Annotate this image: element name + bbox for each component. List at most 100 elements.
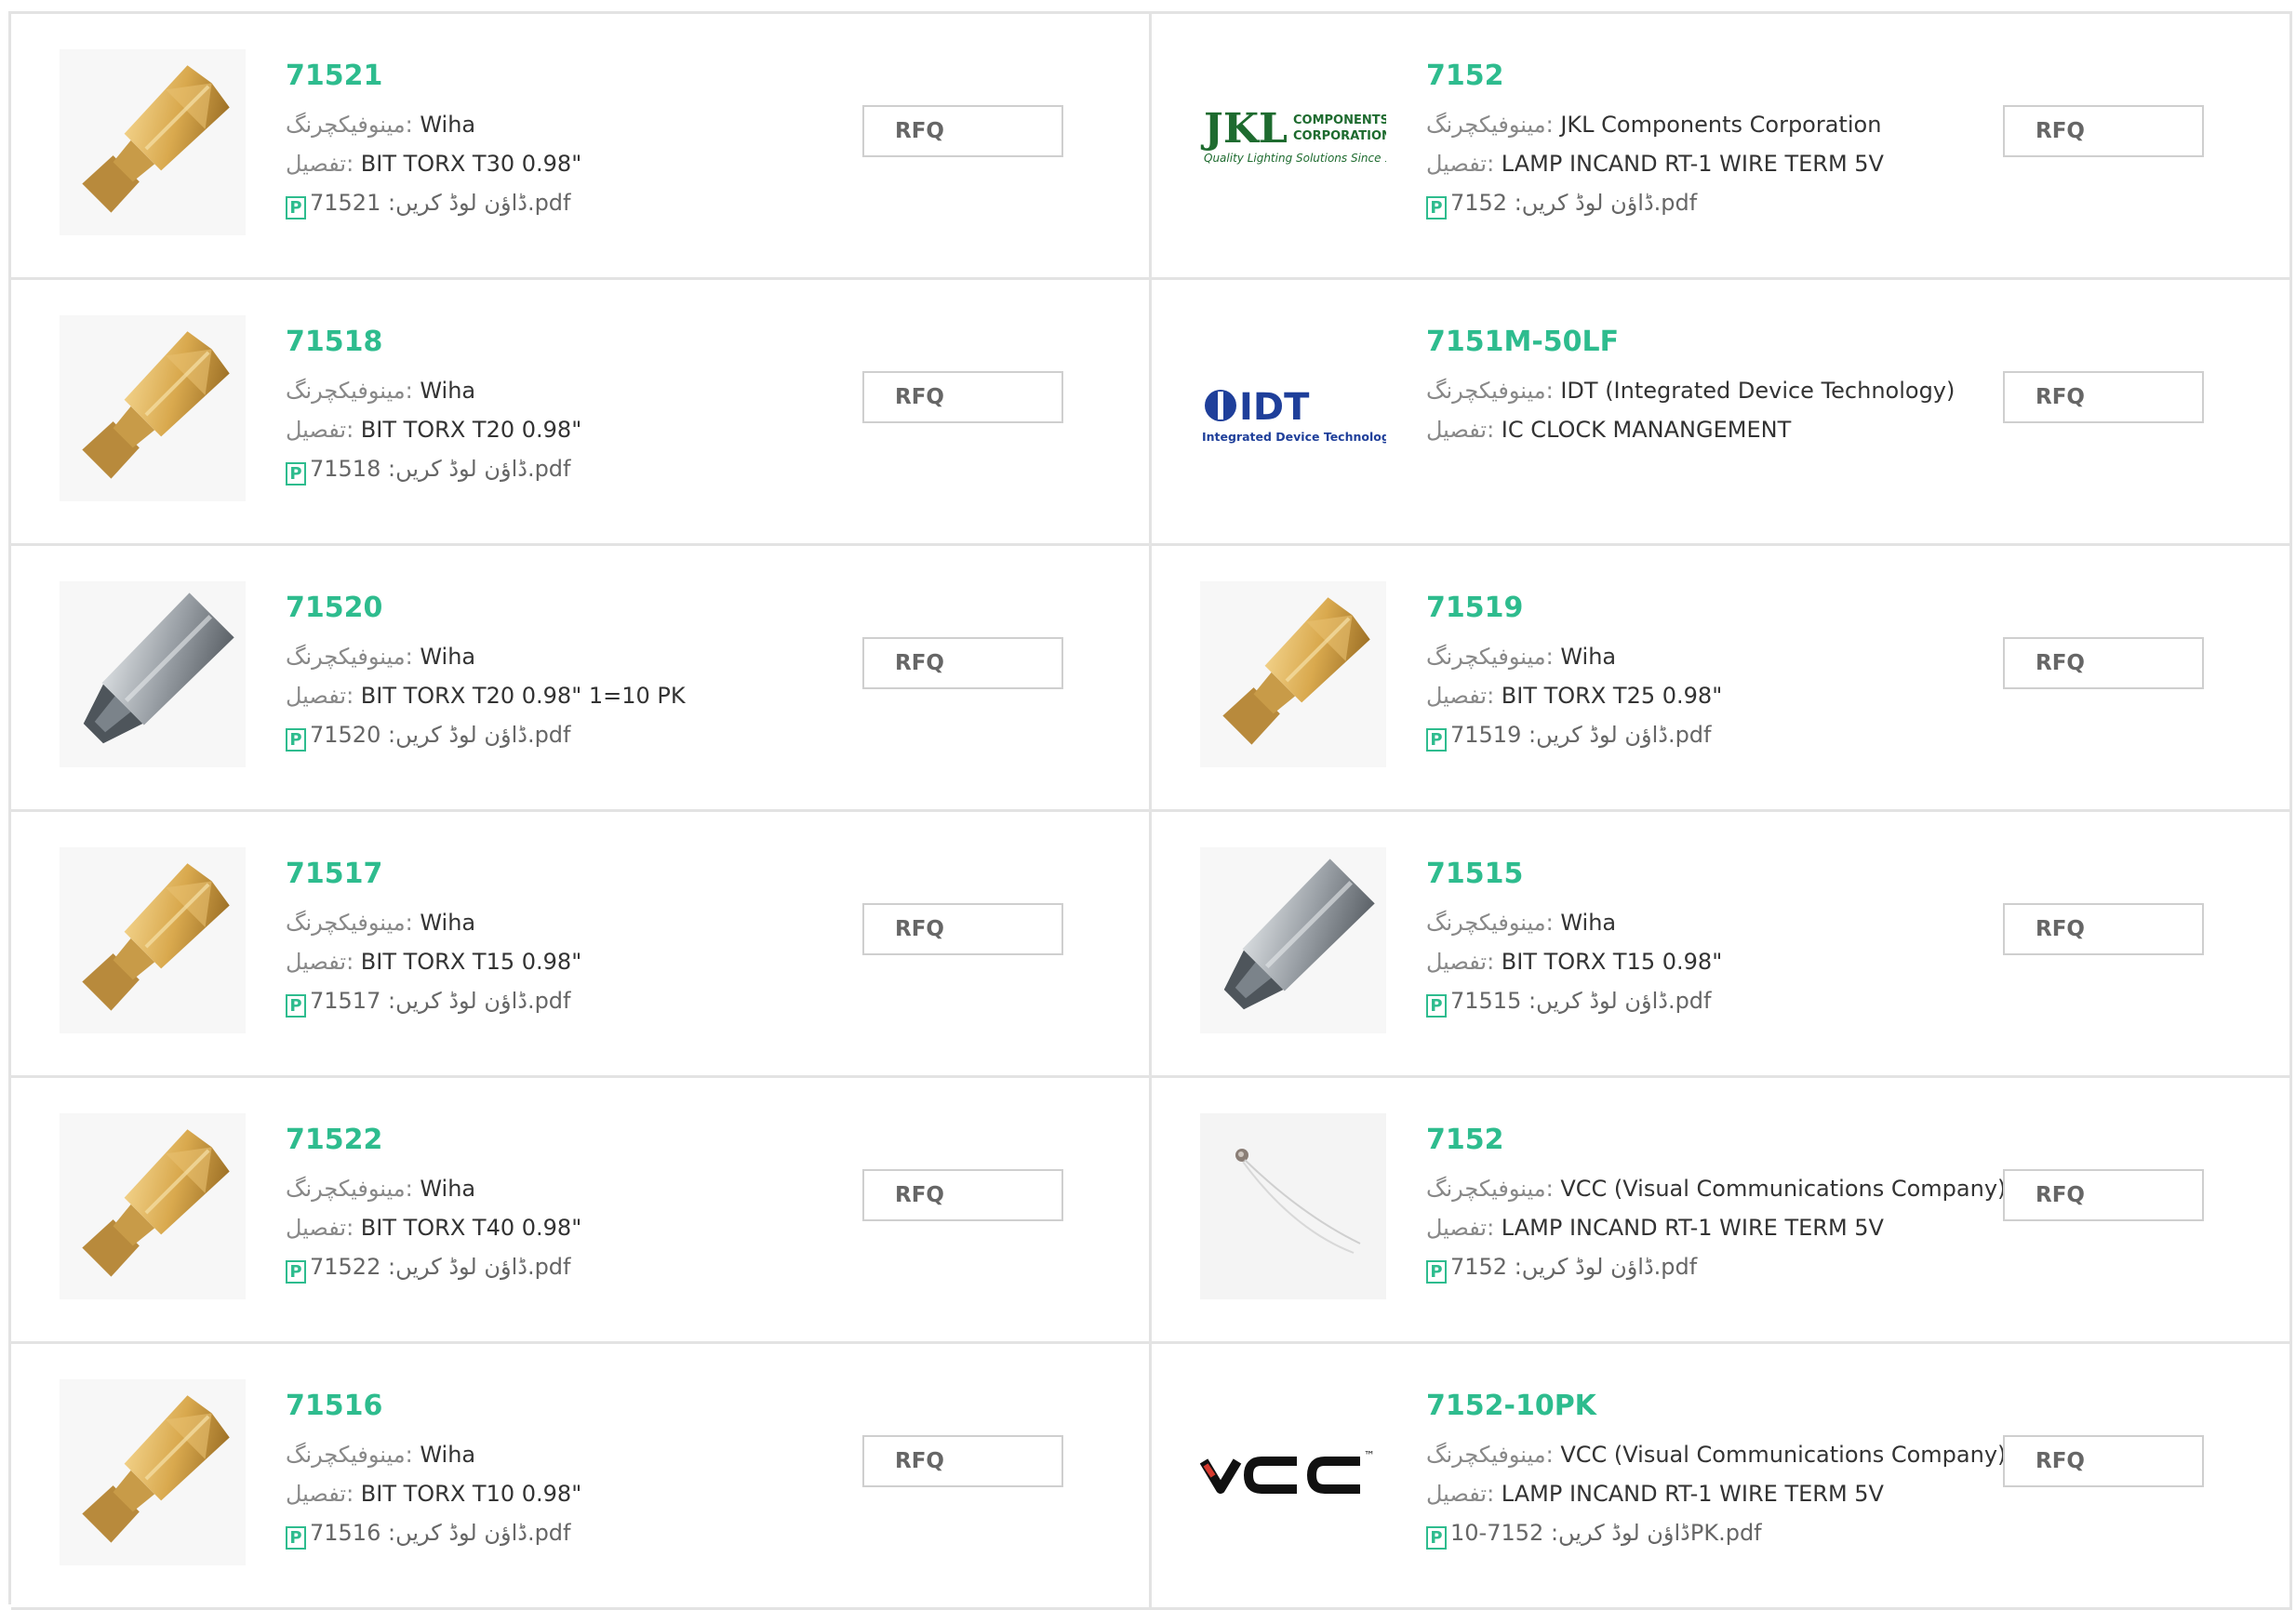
gold-torx-bit-icon (82, 1129, 230, 1277)
idt-logo-main: IDT (1239, 386, 1310, 429)
description-label: تفصیل: (1426, 949, 1495, 975)
rfq-button[interactable]: RFQ (2003, 1435, 2204, 1487)
pdf-icon[interactable]: P (1426, 994, 1447, 1018)
rfq-button[interactable]: RFQ (2003, 371, 2204, 423)
product-image[interactable]: ™ (1200, 1379, 1386, 1565)
download-label[interactable]: ڈاؤن لوڈ کریں: (388, 722, 527, 748)
pdf-icon[interactable]: P (286, 196, 306, 220)
download-line[interactable]: P ڈاؤن لوڈ کریں: 71516.pdf (286, 1513, 862, 1552)
manufacturer-value: Wiha (420, 1176, 476, 1202)
description-label: تفصیل: (286, 1481, 354, 1507)
rfq-button[interactable]: RFQ (2003, 903, 2204, 955)
product-info: 71520 مینوفیکچرنگ: Wiha تفصیل: BIT TORX … (286, 592, 862, 754)
description-line: تفصیل: BIT TORX T20 0.98" 1=10 PK (286, 676, 862, 715)
product-info: 71522 مینوفیکچرنگ: Wiha تفصیل: BIT TORX … (286, 1124, 862, 1286)
pdf-icon[interactable]: P (1426, 196, 1447, 220)
rfq-button[interactable]: RFQ (2003, 637, 2204, 689)
product-image[interactable] (1200, 1113, 1386, 1299)
download-label[interactable]: ڈاؤن لوڈ کریں: (388, 988, 527, 1014)
pdf-icon[interactable]: P (1426, 1526, 1447, 1550)
rfq-button[interactable]: RFQ (862, 1169, 1063, 1221)
part-number-link[interactable]: 71522 (286, 1124, 862, 1156)
download-line[interactable]: P ڈاؤن لوڈ کریں: 71521.pdf (286, 183, 862, 222)
part-number-link[interactable]: 71520 (286, 592, 862, 624)
product-card: 71517 مینوفیکچرنگ: Wiha تفصیل: BIT TORX … (11, 812, 1152, 1078)
manufacturer-label: مینوفیکچرنگ: (1426, 910, 1554, 936)
product-image[interactable]: IDT Integrated Device Technology (1200, 315, 1386, 501)
gold-torx-bit-icon (82, 65, 230, 213)
part-number-link[interactable]: 71521 (286, 60, 862, 92)
download-line[interactable]: P ڈاؤن لوڈ کریں: 71518.pdf (286, 449, 862, 488)
silver-torx-bit-icon (83, 592, 234, 744)
download-label[interactable]: ڈاؤن لوڈ کریں: (388, 1254, 527, 1280)
rfq-button[interactable]: RFQ (2003, 1169, 2204, 1221)
download-line[interactable]: P ڈاؤن لوڈ کریں: 71522.pdf (286, 1247, 862, 1286)
manufacturer-line: مینوفیکچرنگ: Wiha (286, 1435, 862, 1474)
download-line[interactable]: P ڈاؤن لوڈ کریں: 7152.pdf (1426, 183, 2003, 222)
part-number-link[interactable]: 71517 (286, 858, 862, 890)
manufacturer-label: مینوفیکچرنگ: (286, 378, 413, 404)
download-label[interactable]: ڈاؤن لوڈ کریں: (1528, 722, 1668, 748)
product-image[interactable] (60, 1113, 246, 1299)
pdf-icon[interactable]: P (286, 728, 306, 752)
product-image[interactable] (60, 581, 246, 767)
pdf-icon[interactable]: P (1426, 728, 1447, 752)
download-line[interactable]: P ڈاؤن لوڈ کریں: 71520.pdf (286, 715, 862, 754)
pdf-icon[interactable]: P (286, 462, 306, 486)
product-info: 7152 مینوفیکچرنگ: VCC (Visual Communicat… (1426, 1124, 2006, 1286)
manufacturer-line: مینوفیکچرنگ: Wiha (1426, 637, 2003, 676)
part-number-link[interactable]: 71516 (286, 1390, 862, 1422)
product-image[interactable] (60, 315, 246, 501)
download-line[interactable]: P ڈاؤن لوڈ کریں: 71517.pdf (286, 981, 862, 1020)
manufacturer-value: Wiha (420, 910, 476, 936)
description-value: BIT TORX T40 0.98" (360, 1215, 582, 1241)
manufacturer-line: مینوفیکچرنگ: Wiha (286, 371, 862, 410)
product-info: 71516 مینوفیکچرنگ: Wiha تفصیل: BIT TORX … (286, 1390, 862, 1552)
pdf-icon[interactable]: P (286, 1526, 306, 1550)
download-label[interactable]: ڈاؤن لوڈ کریں: (1515, 190, 1654, 216)
description-value: BIT TORX T30 0.98" (360, 151, 582, 177)
product-info: 71519 مینوفیکچرنگ: Wiha تفصیل: BIT TORX … (1426, 592, 2003, 754)
rfq-button[interactable]: RFQ (2003, 105, 2204, 157)
rfq-button[interactable]: RFQ (862, 637, 1063, 689)
download-label[interactable]: ڈاؤن لوڈ کریں: (388, 1520, 527, 1546)
download-label[interactable]: ڈاؤن لوڈ کریں: (388, 190, 527, 216)
part-number-link[interactable]: 7152 (1426, 1124, 2003, 1156)
gold-torx-bit-icon (1222, 597, 1370, 745)
product-image[interactable]: JKL COMPONENTS CORPORATION Quality Light… (1200, 49, 1386, 235)
download-line[interactable]: P ڈاؤن لوڈ کریں: 7152-10PK.pdf (1426, 1513, 2003, 1552)
part-number-link[interactable]: 7152 (1426, 60, 2003, 92)
download-label[interactable]: ڈاؤن لوڈ کریں: (1515, 1254, 1654, 1280)
pdf-icon[interactable]: P (1426, 1260, 1447, 1284)
product-image[interactable] (1200, 581, 1386, 767)
product-image[interactable] (1200, 847, 1386, 1033)
rfq-button[interactable]: RFQ (862, 105, 1063, 157)
part-number-link[interactable]: 7151M-50LF (1426, 326, 2003, 358)
download-label[interactable]: ڈاؤن لوڈ کریں: (388, 456, 527, 482)
part-number-link[interactable]: 7152-10PK (1426, 1390, 2003, 1422)
rfq-button[interactable]: RFQ (862, 903, 1063, 955)
description-line: تفصیل: LAMP INCAND RT-1 WIRE TERM 5V (1426, 1208, 2003, 1247)
manufacturer-label: مینوفیکچرنگ: (286, 910, 413, 936)
manufacturer-value: Wiha (1560, 644, 1617, 670)
product-card: JKL COMPONENTS CORPORATION Quality Light… (1152, 14, 2292, 280)
download-line[interactable]: P ڈاؤن لوڈ کریں: 71519.pdf (1426, 715, 2003, 754)
download-line[interactable]: P ڈاؤن لوڈ کریں: 71515.pdf (1426, 981, 2003, 1020)
product-image[interactable] (60, 1379, 246, 1565)
product-image[interactable] (60, 847, 246, 1033)
rfq-button[interactable]: RFQ (862, 371, 1063, 423)
download-line[interactable]: P ڈاؤن لوڈ کریں: 7152.pdf (1426, 1247, 2003, 1286)
pdf-icon[interactable]: P (286, 1260, 306, 1284)
part-number-link[interactable]: 71519 (1426, 592, 2003, 624)
download-label[interactable]: ڈاؤن لوڈ کریں: (1528, 988, 1668, 1014)
download-label[interactable]: ڈاؤن لوڈ کریں: (1551, 1520, 1690, 1546)
description-value: LAMP INCAND RT-1 WIRE TERM 5V (1501, 1215, 1884, 1241)
pdf-icon[interactable]: P (286, 994, 306, 1018)
rfq-button[interactable]: RFQ (862, 1435, 1063, 1487)
manufacturer-line: مینوفیکچرنگ: Wiha (286, 105, 862, 144)
description-value: BIT TORX T10 0.98" (360, 1481, 582, 1507)
product-image[interactable] (60, 49, 246, 235)
part-number-link[interactable]: 71518 (286, 326, 862, 358)
description-value: BIT TORX T25 0.98" (1501, 683, 1723, 709)
part-number-link[interactable]: 71515 (1426, 858, 2003, 890)
